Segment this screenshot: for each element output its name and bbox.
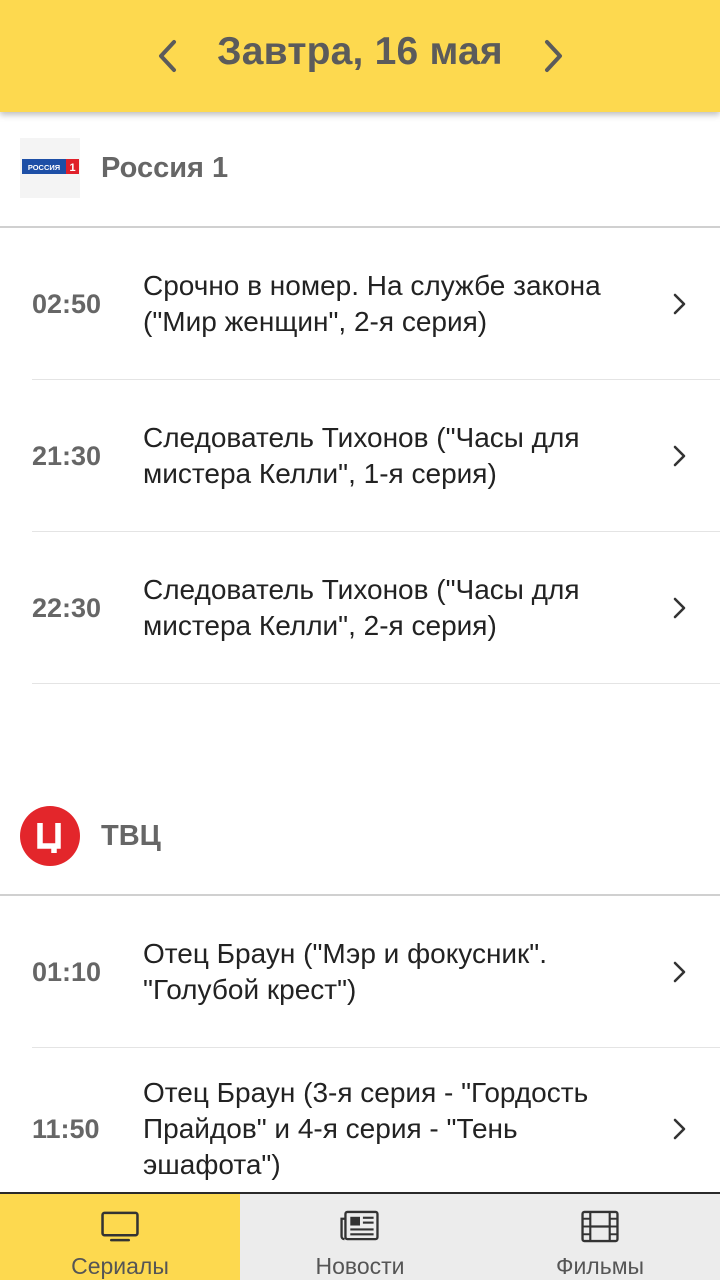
chevron-right-icon xyxy=(673,445,686,467)
date-title: Завтра, 16 мая xyxy=(217,30,503,73)
logo-number: 1 xyxy=(69,162,75,174)
channel-name: ТВЦ xyxy=(101,820,161,852)
chevron-right-icon xyxy=(673,597,686,619)
tab-label: Сериалы xyxy=(71,1253,169,1279)
tab-label: Новости xyxy=(315,1253,405,1279)
tvc-logo xyxy=(20,806,80,866)
tab-serials[interactable]: Сериалы xyxy=(0,1194,240,1280)
program-time: 02:50 xyxy=(32,288,102,319)
film-icon xyxy=(581,1210,619,1243)
chevron-right-icon xyxy=(545,40,562,72)
newspaper-icon xyxy=(340,1210,379,1241)
chevron-right-icon xyxy=(673,1118,686,1140)
program-title: Отец Браун ("Мэр и фокусник". "Голубой к… xyxy=(143,938,548,1005)
tv-icon xyxy=(101,1211,139,1242)
chevron-right-icon xyxy=(673,293,686,315)
program-row[interactable]: 01:10 Отец Браун ("Мэр и фокусник". "Гол… xyxy=(0,896,720,1048)
channel-header-rossiya1: РОССИЯ 1 Россия 1 xyxy=(0,112,720,228)
tab-label: Фильмы xyxy=(555,1253,645,1279)
program-row[interactable]: 22:30 Следователь Тихонов ("Часы для мис… xyxy=(0,532,720,684)
program-time: 11:50 xyxy=(32,1113,100,1144)
program-title: Срочно в номер. На службе закона ("Мир ж… xyxy=(143,270,601,337)
chevron-right-icon xyxy=(673,961,686,983)
channel-header-tvc: ТВЦ xyxy=(0,780,720,896)
program-row[interactable]: 21:30 Следователь Тихонов ("Часы для мис… xyxy=(0,380,720,532)
bottom-tab-bar: Сериалы Новости Фильмы xyxy=(0,1192,720,1280)
tab-news[interactable]: Новости xyxy=(240,1194,480,1280)
program-row[interactable]: 11:50 Отец Браун (3-я серия - "Гордость … xyxy=(0,1048,720,1192)
program-time: 01:10 xyxy=(32,956,102,987)
program-title: Следователь Тихонов ("Часы для мистера К… xyxy=(143,574,580,641)
program-title: Отец Браун (3-я серия - "Гордость Прайдо… xyxy=(143,1077,589,1180)
schedule-list[interactable]: РОССИЯ 1 Россия 1 02:50 Срочно в номер. … xyxy=(0,112,720,1192)
date-header: Завтра, 16 мая xyxy=(0,0,720,112)
program-row[interactable]: 02:50 Срочно в номер. На службе закона (… xyxy=(0,228,720,380)
tab-films[interactable]: Фильмы xyxy=(480,1194,720,1280)
program-time: 22:30 xyxy=(32,592,102,623)
rossiya1-logo: РОССИЯ 1 xyxy=(20,138,80,198)
program-time: 21:30 xyxy=(32,440,102,471)
program-title: Следователь Тихонов ("Часы для мистера К… xyxy=(143,422,580,489)
screen: Завтра, 16 мая РОССИЯ 1 Россия 1 02:50 С… xyxy=(0,0,720,1280)
channel-name: Россия 1 xyxy=(101,152,229,184)
next-day-button[interactable] xyxy=(525,28,581,84)
logo-text: РОССИЯ xyxy=(28,163,60,172)
